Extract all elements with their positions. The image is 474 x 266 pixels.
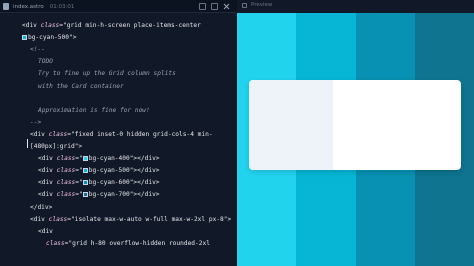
code-token: bg-cyan-400"></div>	[88, 155, 160, 163]
preview-icon	[242, 2, 247, 8]
code-token: bg-cyan-500"></div>	[88, 167, 160, 175]
preview-card	[249, 80, 461, 170]
code-token: <div	[30, 215, 49, 223]
code-token: ="	[75, 167, 83, 175]
code-token: </div>	[30, 203, 53, 211]
code-token: ="isolate max-w-auto w-full max-w-2xl px…	[67, 215, 232, 223]
code-token: class	[56, 191, 76, 199]
code-line: Approximation is fine for now!	[38, 105, 150, 117]
code-line: class="grid h-80 overflow-hidden rounded…	[46, 238, 210, 250]
code-token: <!--	[30, 46, 45, 54]
code-token: Approximation is fine for now!	[38, 106, 150, 114]
split-icon[interactable]	[199, 3, 206, 10]
tab-time: 01:03:01	[49, 3, 75, 10]
code-token: <div	[38, 179, 57, 187]
code-token: <div	[38, 191, 57, 199]
text-cursor	[27, 139, 28, 148]
card-left-panel	[249, 80, 333, 170]
code-line: bg-cyan-500">	[22, 32, 76, 44]
color-swatch	[82, 179, 88, 185]
code-token: <div	[22, 22, 41, 29]
code-token: ="grid h-80 overflow-hidden rounded-2xl	[64, 239, 210, 247]
code-token: Try to fine up the Grid column splits	[38, 70, 176, 78]
code-token: <div	[38, 167, 57, 175]
code-line: <div class=" bg-cyan-700"></div>	[38, 189, 160, 201]
code-token: ="fixed inset-0 hidden grid-cols-4 min-	[67, 130, 213, 138]
code-editor[interactable]: index.astro 01:03:01 <div class="grid mi…	[0, 0, 236, 266]
code-line: <!--	[30, 44, 45, 56]
editor-tab-bar: index.astro 01:03:01	[0, 0, 236, 13]
code-line: with the Card container	[38, 81, 124, 93]
code-line: -->	[30, 117, 41, 129]
code-line: <div class=" bg-cyan-500"></div>	[38, 165, 160, 177]
code-token: class	[48, 215, 68, 223]
code-token: ="grid min-h-screen place-items-center	[59, 22, 201, 29]
code-token: class	[56, 167, 76, 175]
code-line: <div class=" bg-cyan-600"></div>	[38, 177, 160, 189]
code-token: ="	[75, 191, 83, 199]
copy-icon[interactable]	[211, 3, 218, 10]
code-line: </div>	[30, 202, 52, 214]
code-token: class	[56, 155, 76, 163]
code-token: class	[46, 239, 65, 247]
code-token: ="	[75, 155, 83, 163]
code-token: bg-cyan-500">	[28, 34, 77, 42]
code-line: <div class="grid min-h-screen place-item…	[22, 20, 201, 32]
code-token: -->	[30, 118, 42, 126]
code-token: TODO	[38, 58, 53, 66]
code-line: Try to fine up the Grid column splits	[38, 68, 176, 80]
code-token: class	[40, 22, 60, 29]
editor-tab[interactable]: index.astro 01:03:01	[3, 2, 74, 11]
code-token: class	[56, 179, 76, 187]
code-line: <div class="isolate max-w-auto w-full ma…	[30, 214, 231, 226]
tab-actions	[199, 3, 230, 10]
code-token: with the Card container	[38, 82, 124, 90]
code-line: [480px]:grid">	[30, 141, 82, 153]
code-token: class	[48, 130, 68, 138]
code-token: bg-cyan-700"></div>	[88, 191, 160, 199]
color-swatch	[82, 155, 88, 161]
code-token: <div	[38, 227, 53, 235]
code-token: ="	[75, 179, 83, 187]
code-token: <div	[30, 130, 49, 138]
color-swatch	[82, 167, 88, 173]
color-swatch	[22, 34, 27, 40]
code-token: bg-cyan-600"></div>	[88, 179, 160, 187]
code-line: <div class=" bg-cyan-400"></div>	[38, 153, 160, 165]
code-line: <div	[38, 226, 53, 238]
file-icon	[3, 3, 9, 10]
color-swatch	[82, 191, 88, 197]
close-icon[interactable]	[223, 3, 230, 10]
preview-label: Preview	[251, 2, 273, 8]
code-line: <div class="fixed inset-0 hidden grid-co…	[30, 129, 213, 141]
tab-title: index.astro	[13, 3, 44, 10]
code-token: [480px]:grid">	[30, 143, 83, 150]
code-line: TODO	[38, 56, 53, 68]
code-token: <div	[38, 155, 57, 163]
preview-header: Preview	[237, 0, 474, 13]
